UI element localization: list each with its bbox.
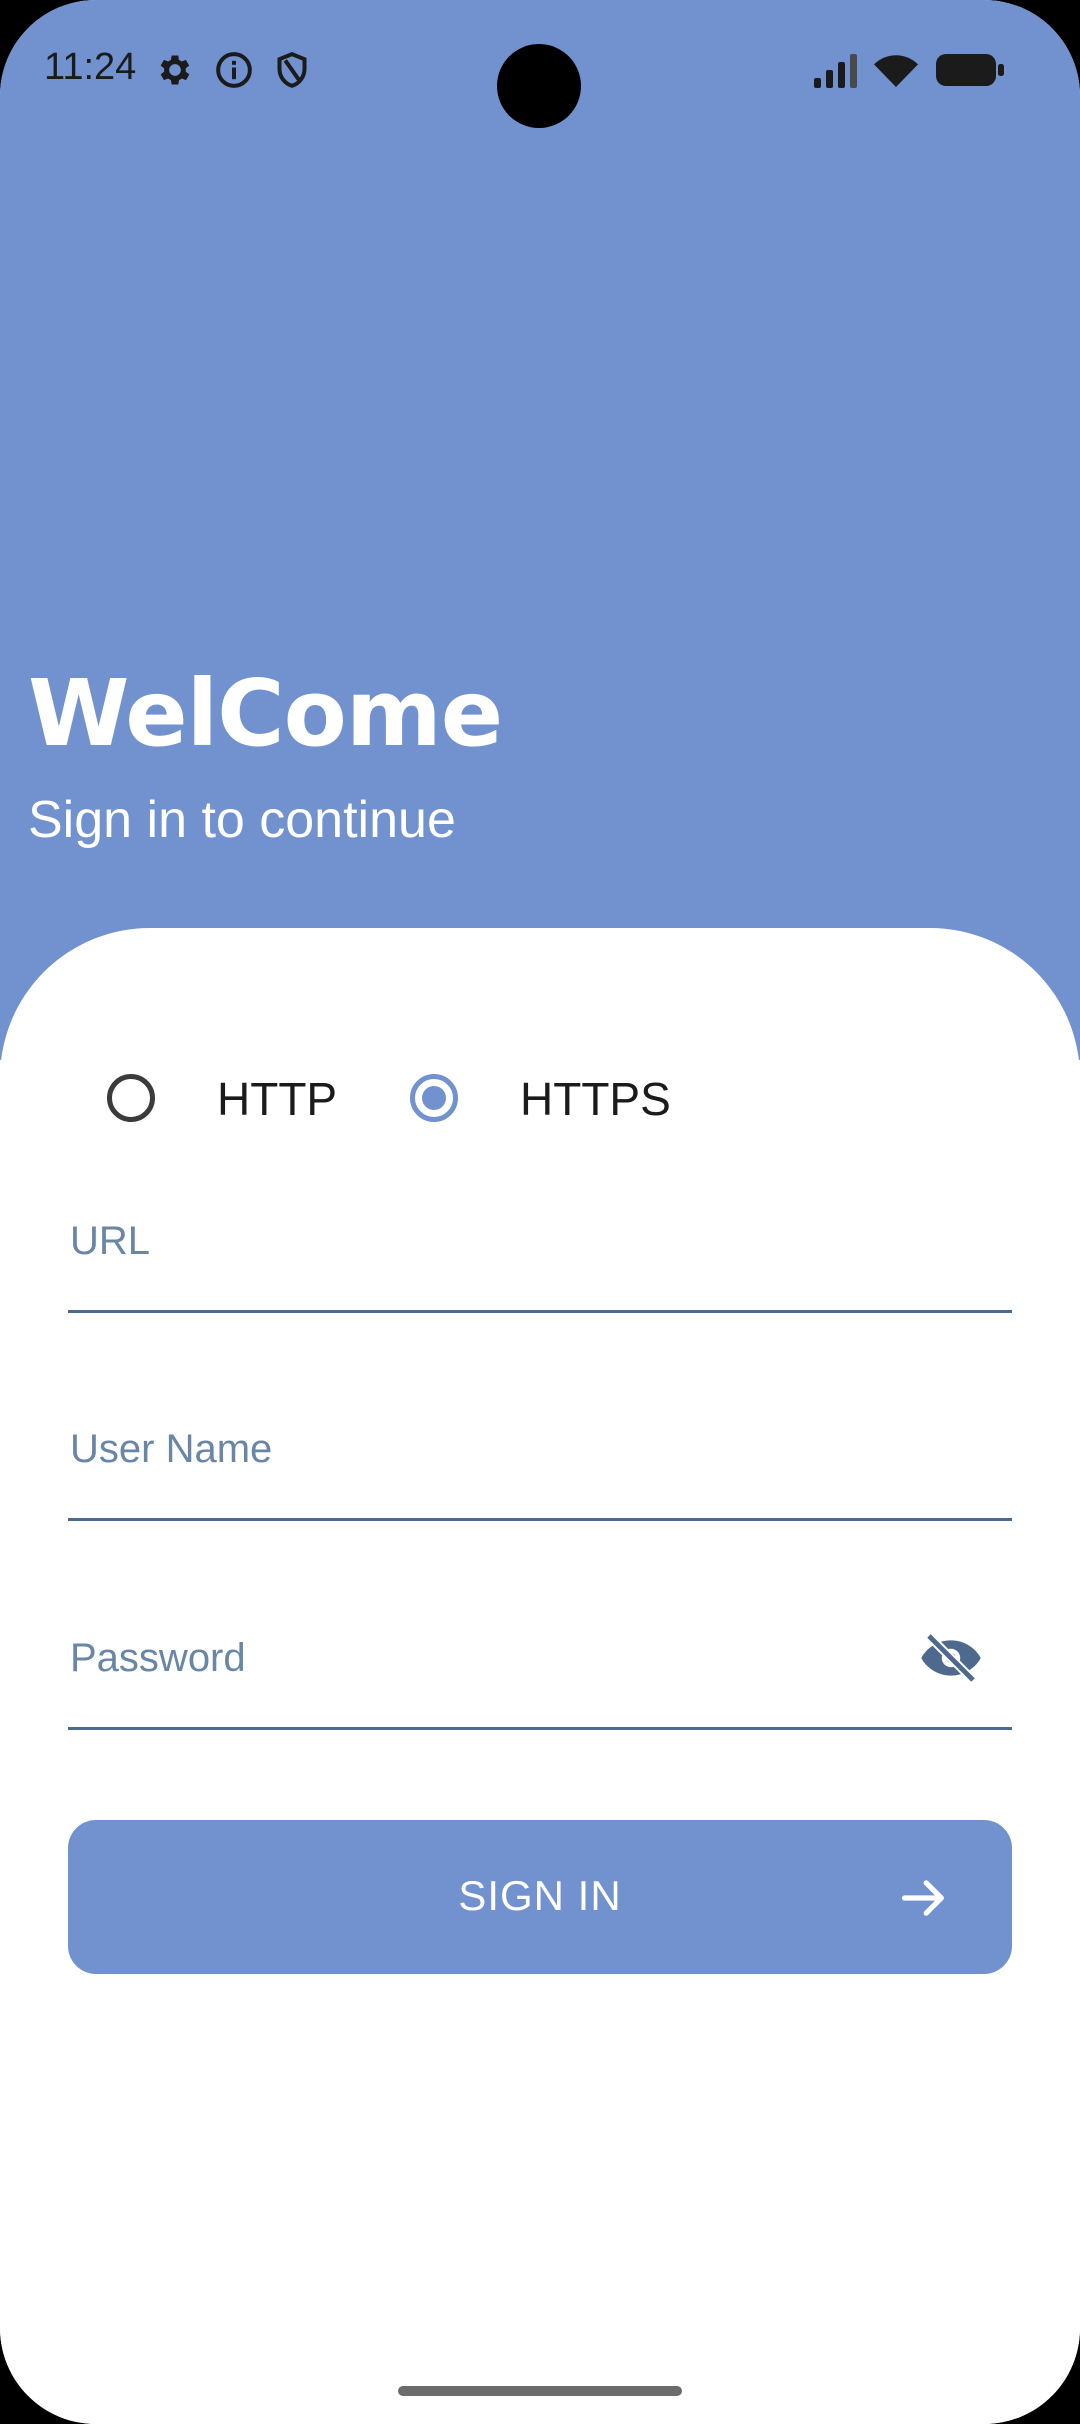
- home-indicator[interactable]: [398, 2386, 682, 2396]
- eye-off-icon[interactable]: [918, 1631, 984, 1685]
- welcome-title: WelCome: [28, 660, 503, 767]
- header-background: [0, 0, 1080, 1060]
- status-bar: 11:24: [0, 0, 1080, 140]
- username-field[interactable]: User Name: [68, 1398, 1012, 1521]
- arrow-right-icon: [901, 1880, 944, 1916]
- url-placeholder: URL: [70, 1219, 151, 1263]
- camera-cutout: [497, 44, 581, 128]
- wifi-icon: [874, 55, 918, 87]
- status-time: 11:24: [44, 46, 137, 88]
- username-placeholder: User Name: [70, 1427, 273, 1471]
- radio-http-label[interactable]: HTTP: [217, 1072, 337, 1126]
- protocol-selector: HTTP HTTPS: [0, 1070, 1080, 1130]
- gear-icon: [160, 55, 190, 85]
- password-placeholder: Password: [70, 1636, 246, 1680]
- login-screen: 11:24 WelCome Sign in to continue HTTP H…: [0, 0, 1080, 2424]
- sign-in-label: SIGN IN: [458, 1872, 622, 1919]
- url-field[interactable]: URL: [68, 1190, 1012, 1313]
- info-icon: [216, 52, 252, 88]
- shield-icon: [277, 52, 307, 88]
- sign-in-button[interactable]: SIGN IN: [68, 1820, 1012, 1974]
- radio-https[interactable]: [410, 1074, 458, 1122]
- radio-https-label[interactable]: HTTPS: [520, 1072, 671, 1126]
- radio-http[interactable]: [107, 1074, 155, 1122]
- password-field[interactable]: Password: [68, 1607, 1012, 1730]
- welcome-subtitle: Sign in to continue: [28, 791, 456, 849]
- signal-icon: [814, 54, 857, 88]
- battery-icon: [936, 54, 1004, 86]
